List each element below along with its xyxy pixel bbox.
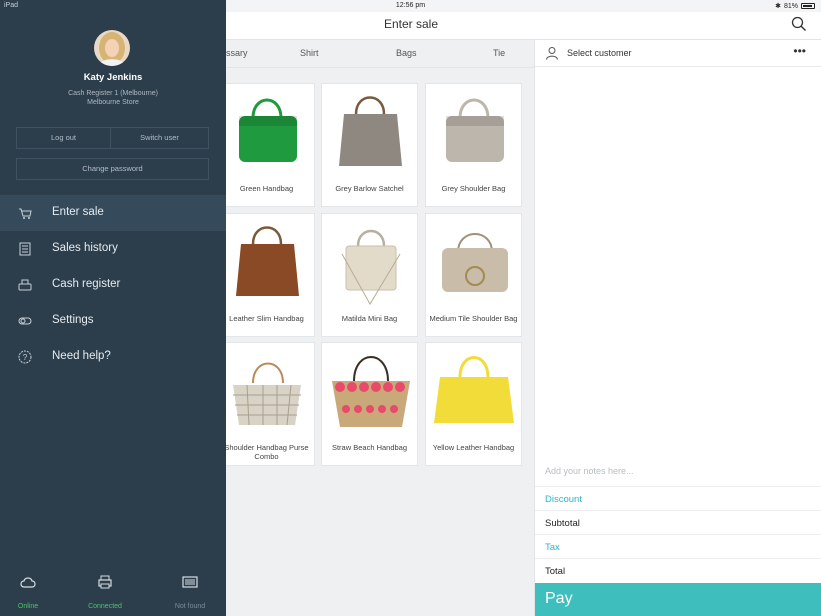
product-image bbox=[434, 356, 514, 423]
printer-icon bbox=[98, 575, 112, 589]
product-image bbox=[341, 229, 401, 305]
tab-bags[interactable]: Bags bbox=[396, 48, 417, 58]
search-icon[interactable] bbox=[791, 16, 807, 32]
status-online: Online bbox=[0, 575, 58, 610]
sidebar-item-label: Cash register bbox=[52, 278, 121, 290]
product-name: Matilda Mini Bag bbox=[341, 314, 398, 323]
discount-row[interactable]: Discount bbox=[535, 486, 821, 510]
product-image bbox=[236, 226, 299, 296]
avatar bbox=[94, 30, 130, 66]
user-name: Katy Jenkins bbox=[83, 72, 143, 83]
product-image bbox=[446, 98, 504, 162]
pay-label: Pay bbox=[545, 590, 573, 607]
customer-selector[interactable]: Select customer ••• bbox=[535, 40, 821, 67]
cash-register-icon bbox=[18, 279, 32, 291]
register-name: Cash Register 1 (Melbourne) bbox=[68, 90, 158, 97]
store-name: Melbourne Store bbox=[87, 99, 139, 106]
sidebar-item-cash-register[interactable]: Cash register bbox=[0, 267, 226, 303]
sidebar-item-need-help[interactable]: ? Need help? bbox=[0, 339, 226, 375]
switch-user-button[interactable]: Switch user bbox=[110, 127, 209, 149]
sidebar-item-label: Enter sale bbox=[52, 206, 104, 218]
product-name: Shoulder Handbag Purse Combo bbox=[226, 443, 309, 461]
product-name: Leather Slim Handbag bbox=[229, 314, 304, 323]
product-card[interactable]: Yellow Leather Handbag bbox=[425, 342, 522, 466]
tax-label: Tax bbox=[545, 542, 560, 553]
svg-text:?: ? bbox=[23, 353, 28, 362]
product-name: Green Handbag bbox=[239, 184, 294, 193]
tab-accessory[interactable]: ssary bbox=[226, 48, 248, 58]
total-row: Total bbox=[535, 558, 821, 582]
sidebar-item-label: Need help? bbox=[52, 350, 111, 362]
status-not-found: Not found bbox=[160, 575, 220, 610]
subtotal-row: Subtotal bbox=[535, 510, 821, 534]
notes-input[interactable]: Add your notes here... bbox=[545, 466, 634, 476]
product-card[interactable]: Grey Barlow Satchel bbox=[321, 83, 418, 207]
subtotal-label: Subtotal bbox=[545, 518, 580, 529]
sidebar-item-label: Sales history bbox=[52, 242, 118, 254]
product-name: Grey Barlow Satchel bbox=[335, 184, 404, 193]
product-card[interactable]: Medium Tile Shoulder Bag bbox=[425, 213, 522, 337]
total-label: Total bbox=[545, 566, 566, 577]
product-card[interactable]: Green Handbag bbox=[226, 83, 315, 207]
change-password-button[interactable]: Change password bbox=[16, 158, 209, 180]
sidebar-item-sales-history[interactable]: Sales history bbox=[0, 231, 226, 267]
top-bar: Enter sale bbox=[226, 12, 821, 40]
register-info: Cash Register 1 (Melbourne) Melbourne St… bbox=[0, 89, 226, 107]
product-card[interactable]: Straw Beach Handbag bbox=[321, 342, 418, 466]
page-title: Enter sale bbox=[383, 17, 439, 31]
tab-shirt[interactable]: Shirt bbox=[300, 48, 319, 58]
cart-panel: Select customer ••• Add your notes here.… bbox=[534, 40, 821, 616]
product-image bbox=[332, 356, 410, 427]
product-name: Grey Shoulder Bag bbox=[441, 184, 506, 193]
status-connected: Connected bbox=[75, 575, 135, 610]
sidebar-item-label: Settings bbox=[52, 314, 94, 326]
bluetooth-icon: ✱ bbox=[775, 3, 781, 10]
barcode-scanner-icon bbox=[182, 576, 198, 588]
product-name: Straw Beach Handbag bbox=[331, 443, 408, 452]
sidebar-item-settings[interactable]: Settings bbox=[0, 303, 226, 339]
sidebar: Katy Jenkins Cash Register 1 (Melbourne)… bbox=[0, 0, 226, 616]
tab-tie[interactable]: Tie bbox=[493, 48, 505, 58]
category-tabs: ssary Shirt Bags Tie bbox=[226, 40, 534, 68]
product-name: Yellow Leather Handbag bbox=[432, 443, 515, 452]
status-right: ✱ 81% bbox=[775, 2, 815, 10]
status-label: Connected bbox=[88, 603, 122, 610]
cloud-icon bbox=[20, 577, 36, 588]
user-icon bbox=[546, 47, 558, 60]
tax-row[interactable]: Tax bbox=[535, 534, 821, 558]
product-card[interactable]: Grey Shoulder Bag bbox=[425, 83, 522, 207]
receipt-icon bbox=[19, 242, 31, 256]
help-icon: ? bbox=[18, 350, 32, 364]
discount-label: Discount bbox=[545, 494, 582, 505]
product-grid: Green Handbag Grey Barlow Satchel Grey Sho… bbox=[226, 68, 534, 616]
cart-icon bbox=[19, 208, 32, 219]
battery-level: 81% bbox=[783, 2, 798, 10]
product-image bbox=[442, 233, 508, 292]
product-image bbox=[233, 362, 301, 426]
product-image bbox=[239, 98, 297, 162]
toggle-icon bbox=[18, 317, 32, 325]
select-customer-label: Select customer bbox=[567, 48, 632, 58]
product-card[interactable]: Matilda Mini Bag bbox=[321, 213, 418, 337]
status-label: Online bbox=[17, 603, 39, 610]
more-options-icon[interactable]: ••• bbox=[793, 44, 806, 58]
pos-app: iPad 12:56 pm ✱ 81% Enter sale ssary Shi… bbox=[0, 0, 821, 616]
product-card[interactable]: Leather Slim Handbag bbox=[226, 213, 315, 337]
product-image bbox=[339, 96, 402, 166]
status-label: Not found bbox=[174, 603, 206, 610]
pay-button[interactable]: Pay bbox=[535, 583, 821, 616]
product-name: Medium Tile Shoulder Bag bbox=[429, 314, 518, 323]
log-out-button[interactable]: Log out bbox=[16, 127, 111, 149]
clock: 12:56 pm bbox=[395, 2, 426, 9]
status-bar: iPad 12:56 pm ✱ 81% bbox=[0, 0, 821, 12]
product-card[interactable]: Shoulder Handbag Purse Combo bbox=[226, 342, 315, 466]
battery-icon bbox=[801, 3, 815, 9]
sidebar-item-enter-sale[interactable]: Enter sale bbox=[0, 195, 226, 231]
